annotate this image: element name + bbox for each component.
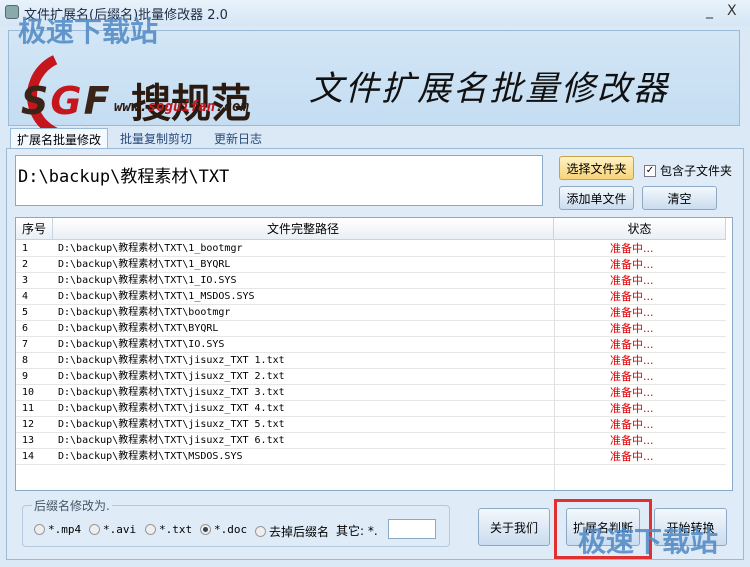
row-number: 8 xyxy=(22,355,29,366)
path-input[interactable]: D:\backup\教程素材\TXT xyxy=(15,155,543,206)
table-row[interactable]: 1 D:\backup\教程素材\TXT\1_bootmgr 准备中... xyxy=(16,241,726,257)
minimize-button[interactable]: _ xyxy=(706,3,713,19)
column-divider xyxy=(554,240,555,490)
radio-icon xyxy=(89,524,100,535)
row-path: D:\backup\教程素材\TXT\1_IO.SYS xyxy=(58,275,237,286)
row-path: D:\backup\教程素材\TXT\jisuxz_TXT 2.txt xyxy=(58,371,285,382)
slogan: 文件扩展名批量修改器 xyxy=(309,69,669,109)
radio-label: *.mp4 xyxy=(48,523,82,536)
column-header-path[interactable]: 文件完整路径 xyxy=(53,218,554,240)
row-path: D:\backup\教程素材\TXT\jisuxz_TXT 4.txt xyxy=(58,403,285,414)
row-path: D:\backup\教程素材\TXT\MSDOS.SYS xyxy=(58,451,243,462)
include-subfolders-checkbox[interactable]: ✓ 包含子文件夹 xyxy=(644,162,732,179)
table-row[interactable]: 10 D:\backup\教程素材\TXT\jisuxz_TXT 3.txt 准备中… xyxy=(16,385,726,401)
checkbox-check-icon: ✓ xyxy=(644,164,656,177)
radio-label: *.doc xyxy=(214,523,248,536)
row-path: D:\backup\教程素材\TXT\jisuxz_TXT 3.txt xyxy=(58,387,285,398)
about-button[interactable]: 关于我们 xyxy=(478,508,550,546)
row-status: 准备中... xyxy=(610,258,654,271)
app-icon xyxy=(5,5,19,19)
choose-folder-button[interactable]: 选择文件夹 xyxy=(559,156,634,180)
suffix-group-label: 后缀名修改为. xyxy=(32,497,112,514)
row-number: 1 xyxy=(22,243,29,254)
row-status: 准备中... xyxy=(610,386,654,399)
table-row[interactable]: 8 D:\backup\教程素材\TXT\jisuxz_TXT 1.txt 准备中.… xyxy=(16,353,726,369)
radio-label: 去掉后缀名 xyxy=(269,525,330,539)
row-status: 准备中... xyxy=(610,306,654,319)
row-number: 3 xyxy=(22,275,29,286)
brand-url: www.soguifan.com xyxy=(114,99,249,115)
row-path: D:\backup\教程素材\TXT\1_MSDOS.SYS xyxy=(58,291,255,302)
radio-icon xyxy=(34,524,45,535)
row-status: 准备中... xyxy=(610,242,654,255)
watermark-top: 极速下载站 xyxy=(18,15,159,48)
row-number: 11 xyxy=(22,403,35,414)
row-status: 准备中... xyxy=(610,338,654,351)
row-number: 7 xyxy=(22,339,29,350)
radio-label: *.avi xyxy=(103,523,137,536)
row-path: D:\backup\教程素材\TXT\jisuxz_TXT 1.txt xyxy=(58,355,285,366)
table-row[interactable]: 3 D:\backup\教程素材\TXT\1_IO.SYS 准备中... xyxy=(16,273,726,289)
radio-txt[interactable]: *.txt xyxy=(145,523,192,536)
row-status: 准备中... xyxy=(610,290,654,303)
row-path: D:\backup\教程素材\TXT\1_bootmgr xyxy=(58,243,243,254)
row-status: 准备中... xyxy=(610,450,654,463)
row-number: 14 xyxy=(22,451,35,462)
row-path: D:\backup\教程素材\TXT\bootmgr xyxy=(58,307,231,318)
row-number: 9 xyxy=(22,371,29,382)
row-status: 准备中... xyxy=(610,434,654,447)
table-row[interactable]: 5 D:\backup\教程素材\TXT\bootmgr 准备中... xyxy=(16,305,726,321)
row-path: D:\backup\教程素材\TXT\1_BYQRL xyxy=(58,259,231,270)
radio-selected-icon xyxy=(200,524,211,535)
other-suffix-label: 其它: *. xyxy=(336,524,378,538)
row-status: 准备中... xyxy=(610,322,654,335)
row-status: 准备中... xyxy=(610,354,654,367)
clear-button[interactable]: 清空 xyxy=(642,186,717,210)
row-number: 5 xyxy=(22,307,29,318)
row-path: D:\backup\教程素材\TXT\IO.SYS xyxy=(58,339,225,350)
row-path: D:\backup\教程素材\TXT\jisuxz_TXT 6.txt xyxy=(58,435,285,446)
radio-mp4[interactable]: *.mp4 xyxy=(34,523,81,536)
tab-batch-rename[interactable]: 扩展名批量修改 xyxy=(10,128,109,149)
include-subfolders-label: 包含子文件夹 xyxy=(660,164,733,178)
row-number: 4 xyxy=(22,291,29,302)
radio-icon xyxy=(255,526,266,537)
row-number: 2 xyxy=(22,259,29,270)
table-row[interactable]: 13 D:\backup\教程素材\TXT\jisuxz_TXT 6.txt 准备中… xyxy=(16,433,726,449)
column-header-no[interactable]: 序号 xyxy=(16,218,53,240)
row-number: 6 xyxy=(22,323,29,334)
row-status: 准备中... xyxy=(610,418,654,431)
table-row[interactable]: 9 D:\backup\教程素材\TXT\jisuxz_TXT 2.txt 准备中.… xyxy=(16,369,726,385)
row-path: D:\backup\教程素材\TXT\jisuxz_TXT 5.txt xyxy=(58,419,285,430)
table-row[interactable]: 14 D:\backup\教程素材\TXT\MSDOS.SYS 准备中... xyxy=(16,449,726,465)
table-row[interactable]: 4 D:\backup\教程素材\TXT\1_MSDOS.SYS 准备中... xyxy=(16,289,726,305)
tab-changelog[interactable]: 更新日志 xyxy=(208,128,268,149)
radio-label: *.txt xyxy=(159,523,193,536)
table-row[interactable]: 6 D:\backup\教程素材\TXT\BYQRL 准备中... xyxy=(16,321,726,337)
row-status: 准备中... xyxy=(610,274,654,287)
watermark-bottom: 极速下载站 xyxy=(578,525,719,558)
row-status: 准备中... xyxy=(610,370,654,383)
row-number: 12 xyxy=(22,419,35,430)
radio-doc[interactable]: *.doc xyxy=(200,523,247,536)
column-header-status[interactable]: 状态 xyxy=(554,218,726,240)
row-number: 13 xyxy=(22,435,35,446)
row-number: 10 xyxy=(22,387,35,398)
row-status: 准备中... xyxy=(610,402,654,415)
table-row[interactable]: 7 D:\backup\教程素材\TXT\IO.SYS 准备中... xyxy=(16,337,726,353)
logo-text: SGF xyxy=(21,79,112,123)
table-row[interactable]: 2 D:\backup\教程素材\TXT\1_BYQRL 准备中... xyxy=(16,257,726,273)
row-path: D:\backup\教程素材\TXT\BYQRL xyxy=(58,323,219,334)
table-row[interactable]: 12 D:\backup\教程素材\TXT\jisuxz_TXT 5.txt 准备中… xyxy=(16,417,726,433)
radio-avi[interactable]: *.avi xyxy=(89,523,136,536)
file-table[interactable]: 序号 文件完整路径 状态 1 D:\backup\教程素材\TXT\1_bootm… xyxy=(15,217,733,491)
other-suffix-input[interactable] xyxy=(388,519,436,539)
radio-icon xyxy=(145,524,156,535)
close-button[interactable]: X xyxy=(727,3,737,19)
table-row[interactable]: 11 D:\backup\教程素材\TXT\jisuxz_TXT 4.txt 准备中… xyxy=(16,401,726,417)
add-file-button[interactable]: 添加单文件 xyxy=(559,186,634,210)
radio-remove-suffix[interactable]: 去掉后缀名 xyxy=(255,523,329,540)
tab-batch-copy[interactable]: 批量复制剪切 xyxy=(114,128,198,149)
